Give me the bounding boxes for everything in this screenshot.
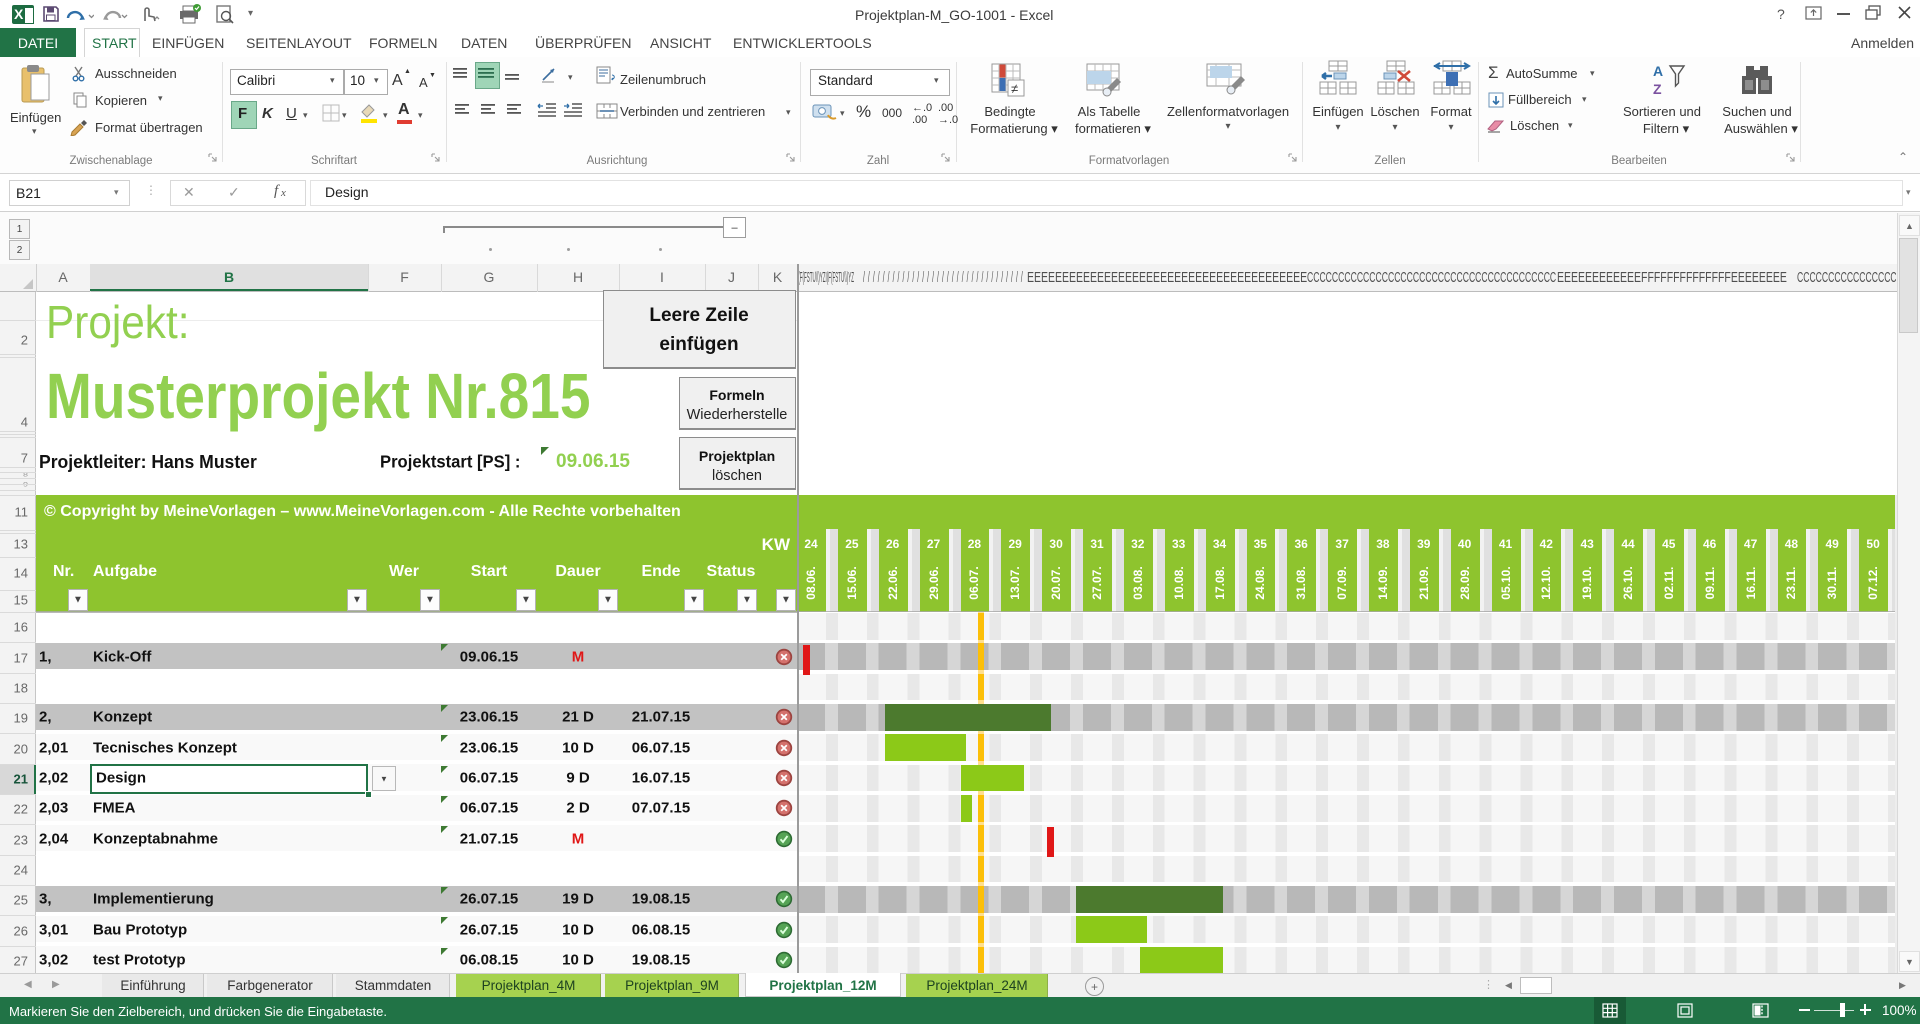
svg-text:≠: ≠ [1011, 81, 1018, 96]
svg-text:Z: Z [1653, 81, 1662, 97]
svg-text:A: A [1653, 63, 1663, 79]
